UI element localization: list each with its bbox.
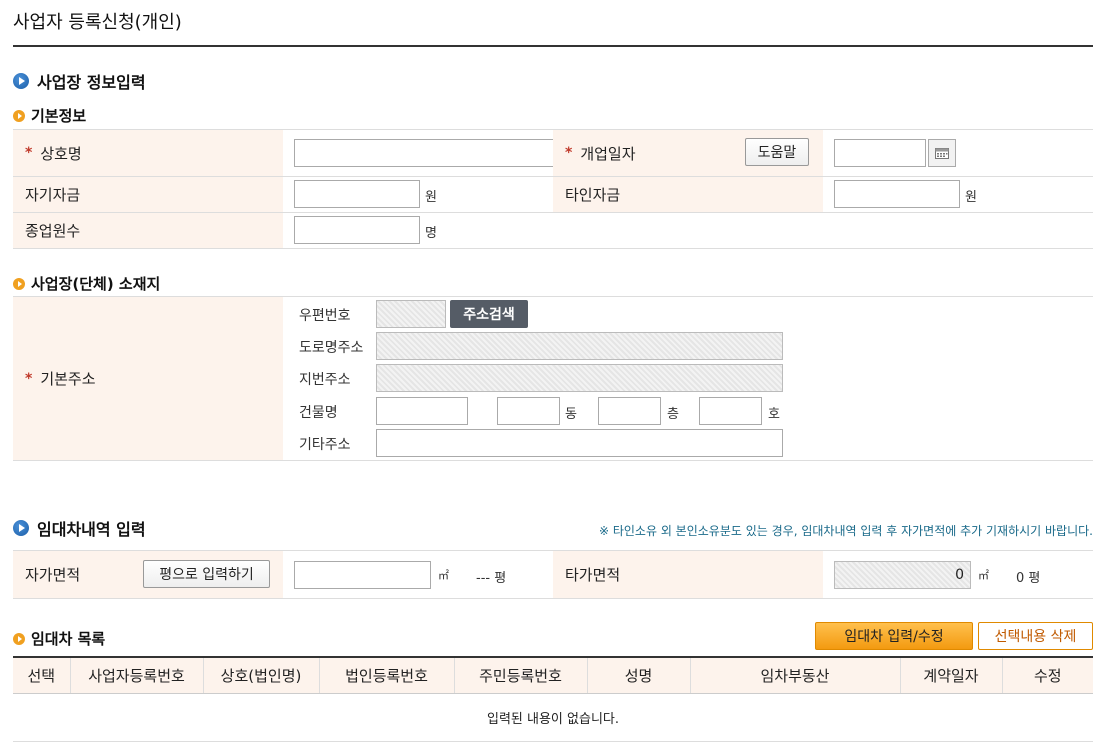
open-date-label-text: 개업일자: [580, 144, 636, 163]
base-address-label-text: 기본주소: [40, 370, 96, 388]
pyeong-input-button[interactable]: 평으로 입력하기: [143, 560, 270, 588]
other-capital-input[interactable]: [834, 180, 960, 208]
calendar-icon: [935, 148, 949, 159]
lease-edit-button[interactable]: 임대차 입력/수정: [815, 622, 973, 650]
dong-unit: 동: [565, 407, 577, 422]
lot-address-label: 지번주소: [299, 372, 351, 388]
column-header: 사업자등록번호: [69, 656, 203, 694]
other-area-pyeong: 0 평: [1016, 571, 1041, 586]
help-button[interactable]: 도움말: [745, 138, 809, 166]
zip-input: [376, 300, 446, 328]
subsection-title-location: 사업장(단체) 소재지: [13, 273, 160, 294]
form-row-address: * 기본주소 우편번호 주소검색 도로명주소 지번주소 건물명 동 층 호 기타…: [13, 297, 1093, 461]
subsection-title-text: 사업장(단체) 소재지: [31, 275, 161, 293]
open-date-input[interactable]: [834, 139, 926, 167]
section-title-text: 임대차내역 입력: [37, 520, 146, 539]
own-capital-unit: 원: [425, 190, 437, 205]
column-header: 수정: [1001, 656, 1093, 694]
lot-address-input: [376, 364, 783, 392]
ho-unit: 호: [768, 407, 780, 422]
own-area-label-text: 자가면적: [25, 566, 81, 584]
other-area-input: 0: [834, 561, 971, 589]
form-row-area: 자가면적 평으로 입력하기 ㎡ --- 평 타가면적 0 ㎡ 0 평: [13, 551, 1093, 599]
address-search-button[interactable]: 주소검색: [450, 300, 528, 328]
employees-unit: 명: [425, 226, 437, 241]
page-title: 사업자 등록신청(개인): [13, 12, 182, 33]
column-header: 성명: [586, 656, 690, 694]
lease-table: 선택 사업자등록번호 상호(법인명) 법인등록번호 주민등록번호 성명 임차부동…: [13, 656, 1093, 742]
own-area-pyeong: --- 평: [476, 571, 507, 586]
other-capital-label-text: 타인자금: [565, 186, 621, 204]
other-address-input[interactable]: [376, 429, 783, 457]
building-label: 건물명: [299, 405, 338, 421]
title-divider: [13, 45, 1093, 47]
calendar-button[interactable]: [928, 139, 956, 167]
form-row-capital: 자기자금 원 타인자금 원: [13, 177, 1093, 213]
dong-input[interactable]: [497, 397, 560, 425]
section-title-business: 사업장 정보입력: [13, 69, 146, 93]
orange-arrow-icon: [13, 632, 25, 645]
other-area-label-text: 타가면적: [565, 566, 621, 584]
form-row-employees: 종업원수 명: [13, 213, 1093, 249]
required-marker: *: [565, 145, 573, 161]
road-address-input: [376, 332, 783, 360]
trade-name-label: * 상호명: [13, 130, 283, 176]
own-capital-input[interactable]: [294, 180, 420, 208]
other-area-unit: ㎡: [978, 569, 989, 582]
employees-input[interactable]: [294, 216, 420, 244]
circle-arrow-icon: [13, 520, 29, 536]
column-header: 주민등록번호: [453, 656, 587, 694]
orange-arrow-icon: [13, 277, 25, 290]
own-area-unit: ㎡: [438, 569, 449, 582]
form-row-trade-name: * 상호명 * 개업일자 도움말: [13, 130, 1093, 177]
empty-message: 입력된 내용이 없습니다.: [13, 693, 1093, 742]
column-header: 임차부동산: [689, 656, 900, 694]
subsection-title-basic-info: 기본정보: [13, 105, 86, 126]
lease-note: ※ 타인소유 외 본인소유분도 있는 경우, 임대차내역 입력 후 자가면적에 …: [598, 524, 1093, 538]
building-name-input[interactable]: [376, 397, 468, 425]
column-header: 계약일자: [899, 656, 1002, 694]
column-header: 법인등록번호: [318, 656, 454, 694]
floor-unit: 층: [667, 407, 679, 422]
other-capital-label: 타인자금: [553, 177, 823, 212]
delete-selected-button[interactable]: 선택내용 삭제: [978, 622, 1093, 650]
employees-label-text: 종업원수: [25, 222, 81, 240]
own-area-input[interactable]: [294, 561, 431, 589]
floor-input[interactable]: [598, 397, 661, 425]
lease-table-header: 선택 사업자등록번호 상호(법인명) 법인등록번호 주민등록번호 성명 임차부동…: [13, 656, 1093, 694]
circle-arrow-icon: [13, 73, 29, 89]
own-capital-label-text: 자기자금: [25, 186, 81, 204]
road-address-label: 도로명주소: [299, 340, 364, 356]
column-header: 상호(법인명): [202, 656, 319, 694]
table-row: 입력된 내용이 없습니다.: [13, 693, 1093, 742]
column-header: 선택: [13, 656, 70, 694]
section-title-lease: 임대차내역 입력: [13, 516, 146, 540]
subsection-title-lease-list: 임대차 목록: [13, 628, 105, 649]
other-capital-unit: 원: [965, 190, 977, 205]
orange-arrow-icon: [13, 109, 25, 122]
other-area-label: 타가면적: [553, 551, 823, 598]
section-title-text: 사업장 정보입력: [37, 73, 146, 92]
other-address-label: 기타주소: [299, 437, 351, 453]
base-address-label: * 기본주소: [13, 297, 283, 460]
trade-name-input[interactable]: [294, 139, 558, 167]
required-marker: *: [25, 145, 33, 161]
ho-input[interactable]: [699, 397, 762, 425]
zip-label: 우편번호: [299, 308, 351, 324]
required-marker: *: [25, 370, 33, 387]
employees-label: 종업원수: [13, 213, 283, 248]
trade-name-label-text: 상호명: [40, 144, 82, 163]
subsection-title-text: 임대차 목록: [31, 630, 106, 648]
own-capital-label: 자기자금: [13, 177, 283, 212]
subsection-title-text: 기본정보: [31, 107, 87, 125]
